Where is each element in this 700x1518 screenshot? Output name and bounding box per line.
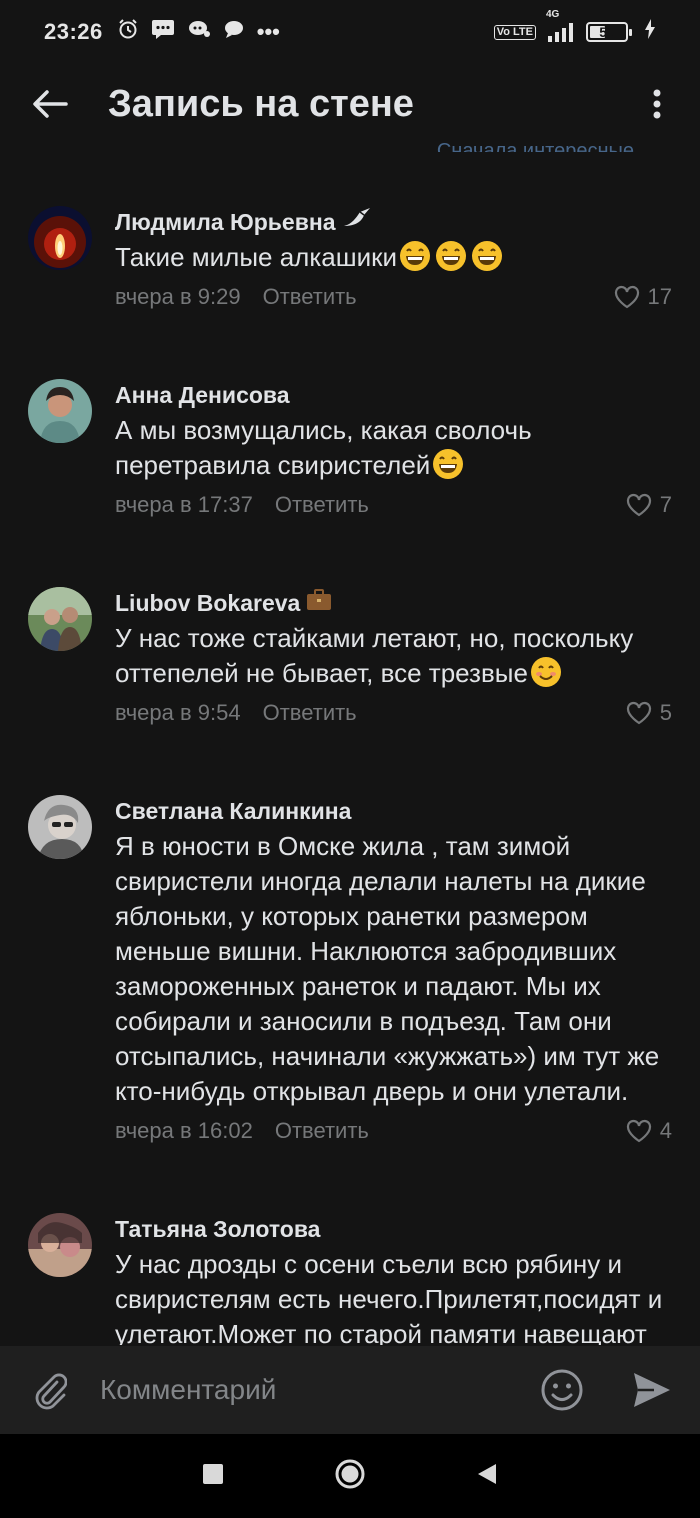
nav-back-button[interactable] [476, 1462, 498, 1491]
nav-home-button[interactable] [334, 1458, 366, 1495]
author-name[interactable]: Светлана Калинкина [115, 795, 351, 827]
comment-time: вчера в 9:29 [115, 284, 241, 309]
status-time: 23:26 [44, 19, 103, 44]
network-type: 4G [546, 9, 560, 20]
nav-circle-icon [335, 1459, 365, 1488]
comment-meta: вчера в 9:54 Ответить 5 [115, 697, 672, 729]
grinning-emoji-icon [400, 241, 431, 271]
comment-time: вчера в 16:02 [115, 1118, 253, 1143]
alarm-icon [117, 18, 139, 46]
more-button[interactable] [642, 84, 672, 124]
briefcase-icon [306, 587, 332, 619]
status-notification-icons: ••• [117, 18, 280, 46]
like-count: 7 [659, 492, 672, 517]
system-nav-bar [0, 1434, 700, 1518]
grinning-emoji-icon [436, 241, 467, 271]
avatar[interactable] [28, 206, 92, 270]
comment-meta: вчера в 16:02 Ответить 4 [115, 1115, 672, 1147]
like-count: 4 [659, 1118, 672, 1143]
message-icon [151, 18, 175, 46]
author-name[interactable]: Liubov Bokareva [115, 587, 300, 619]
avatar[interactable] [28, 1213, 92, 1277]
battery-indicator: 51 [586, 22, 632, 42]
like-count: 5 [659, 700, 672, 725]
comment-input-bar: Комментарий [0, 1346, 700, 1434]
heart-icon [626, 493, 651, 517]
smile-icon [541, 1369, 583, 1411]
reply-button[interactable]: Ответить [263, 700, 357, 726]
signal-icon: 4G [546, 9, 576, 43]
reply-button[interactable]: Ответить [275, 492, 369, 518]
bird-icon [342, 206, 372, 238]
back-button[interactable] [0, 64, 100, 144]
comments-list[interactable]: Людмила Юрьевна Такие милые алкашики вче… [0, 190, 700, 1345]
comment: Анна Денисова А мы возмущались, какая св… [0, 363, 700, 521]
comment-text: Такие милые алкашики [115, 240, 672, 275]
avatar[interactable] [28, 795, 92, 859]
comment: Людмила Юрьевна Такие милые алкашики вче… [0, 190, 700, 313]
charging-icon [644, 19, 656, 45]
like-button[interactable]: 5 [626, 700, 672, 726]
attach-button[interactable] [0, 1370, 100, 1410]
status-bar: 23:26 ••• Vo LTE 4G 51 [0, 0, 700, 64]
comment-text: Я в юности в Омске жила , там зимой свир… [115, 831, 660, 1106]
comment-input[interactable]: Комментарий [100, 1374, 532, 1406]
reply-button[interactable]: Ответить [275, 1118, 369, 1144]
grinning-emoji-icon [433, 449, 464, 479]
paperclip-icon [35, 1373, 67, 1410]
chat-icon [187, 18, 211, 46]
back-arrow-icon [33, 90, 68, 118]
like-button[interactable]: 7 [626, 492, 672, 518]
comment-author[interactable]: Людмила Юрьевна [115, 190, 672, 238]
reply-button[interactable]: Ответить [263, 284, 357, 310]
comment-text-content: А мы возмущались, какая сволочь перетрав… [115, 415, 532, 480]
volte-badge: Vo LTE [493, 24, 536, 40]
author-name[interactable]: Людмила Юрьевна [115, 206, 336, 238]
smiling-emoji-icon [530, 657, 561, 687]
heart-icon [626, 1119, 651, 1143]
author-name[interactable]: Анна Денисова [115, 379, 290, 411]
emoji-button[interactable] [532, 1369, 592, 1411]
more-vertical-icon [653, 89, 661, 119]
comment-author[interactable]: Светлана Калинкина [115, 779, 672, 827]
comment-text: У нас тоже стайками летают, но, поскольк… [115, 621, 672, 691]
send-icon [634, 1373, 670, 1407]
comment-time: вчера в 9:54 [115, 700, 241, 725]
like-count: 17 [647, 284, 672, 309]
comment-author[interactable]: Анна Денисова [115, 363, 672, 411]
app-header: Запись на стене [0, 64, 700, 144]
nav-back-triangle-icon [478, 1463, 496, 1484]
avatar[interactable] [28, 587, 92, 651]
sort-selector[interactable]: Сначала интересные [437, 138, 634, 152]
page-title: Запись на стене [108, 82, 414, 125]
like-button[interactable]: 17 [614, 284, 672, 310]
author-name[interactable]: Татьяна Золотова [115, 1213, 320, 1245]
like-button[interactable]: 4 [626, 1118, 672, 1144]
comment: Светлана Калинкина Я в юности в Омске жи… [0, 779, 700, 1147]
comment: Liubov Bokareva У нас тоже стайками лета… [0, 571, 700, 729]
avatar[interactable] [28, 379, 92, 443]
send-button[interactable] [612, 1371, 692, 1409]
grinning-emoji-icon [472, 241, 503, 271]
nav-square-icon [203, 1463, 223, 1484]
comment-author[interactable]: Liubov Bokareva [115, 571, 672, 619]
battery-level: 51 [599, 24, 615, 40]
comment-meta: вчера в 9:29 Ответить 17 [115, 281, 672, 313]
comment-author[interactable]: Татьяна Золотова [115, 1197, 672, 1245]
nav-recents-button[interactable] [202, 1463, 224, 1490]
comment-time: вчера в 17:37 [115, 492, 253, 517]
comment-text: А мы возмущались, какая сволочь перетрав… [115, 413, 672, 483]
heart-icon [626, 701, 651, 725]
comment: Татьяна Золотова У нас дрозды с осени съ… [0, 1197, 700, 1345]
bubble-icon [223, 18, 245, 46]
comment-text-content: Такие милые алкашики [115, 242, 398, 272]
more-notifications-icon: ••• [256, 19, 280, 44]
comment-text: У нас дрозды с осени съели всю рябину и … [115, 1249, 663, 1345]
heart-icon [614, 285, 639, 309]
comment-meta: вчера в 17:37 Ответить 7 [115, 489, 672, 521]
